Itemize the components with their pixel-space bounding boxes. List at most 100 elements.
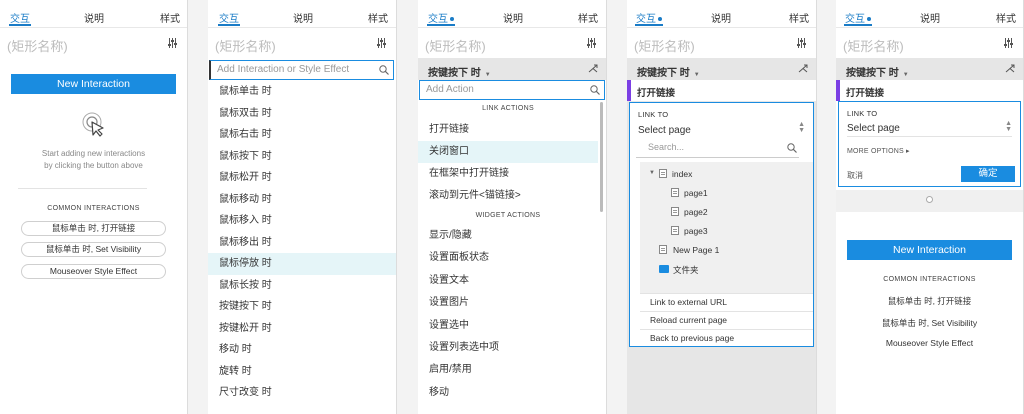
tab-notes[interactable]: 说明 <box>293 10 313 25</box>
page-tree <box>640 162 813 293</box>
link-back-page[interactable]: Back to previous page <box>640 329 813 347</box>
event-item[interactable]: 按键松开 时 <box>208 318 396 340</box>
more-options-link[interactable]: MORE OPTIONS ▸ <box>847 147 910 155</box>
tab-notes[interactable]: 说明 <box>84 10 104 25</box>
adjust-icon[interactable] <box>1004 38 1013 48</box>
event-label: 按键按下 时 <box>637 68 690 79</box>
page-icon <box>671 226 679 235</box>
event-item[interactable]: 鼠标按下 时 <box>208 146 396 168</box>
action-row[interactable]: 打开链接 <box>627 80 816 101</box>
adjust-icon[interactable] <box>168 38 177 48</box>
tab-interactions[interactable]: 交互 <box>427 10 455 26</box>
shape-name-field[interactable]: (矩形名称) <box>634 36 695 55</box>
tab-interactions[interactable]: 交互 <box>844 10 872 26</box>
link-reload-page[interactable]: Reload current page <box>640 311 813 329</box>
event-header[interactable]: 按键按下 时 ▼ <box>836 58 1023 80</box>
scrollbar[interactable] <box>600 102 603 212</box>
action-label: 打开链接 <box>846 88 885 99</box>
action-item[interactable]: 设置文本 <box>418 270 598 292</box>
shape-name-field[interactable]: (矩形名称) <box>425 36 486 55</box>
divider <box>18 188 147 189</box>
new-interaction-button[interactable]: New Interaction <box>11 74 176 94</box>
chevron-down-icon: ▼ <box>693 72 700 78</box>
action-row[interactable]: 打开链接 <box>836 80 1023 101</box>
new-interaction-button[interactable]: New Interaction <box>847 240 1012 260</box>
action-item[interactable]: 设置列表选中项 <box>418 337 598 359</box>
share-icon[interactable] <box>1005 64 1015 73</box>
action-item[interactable]: 设置面板状态 <box>418 247 598 269</box>
common-interaction-click-visibility[interactable]: 鼠标单击 时, Set Visibility <box>836 317 1023 329</box>
event-header[interactable]: 按键按下 时 ▼ <box>418 58 606 80</box>
event-item[interactable]: 按键按下 时 <box>208 296 396 318</box>
page-search-input[interactable]: Search... <box>636 138 799 158</box>
tree-item-page[interactable]: page2 <box>684 207 708 217</box>
action-search-input[interactable]: Add Action <box>419 80 605 100</box>
adjust-icon[interactable] <box>377 38 386 48</box>
event-item[interactable]: 旋转 时 <box>208 361 396 383</box>
event-item[interactable]: 鼠标松开 时 <box>208 167 396 189</box>
tree-item-new-page[interactable]: New Page 1 <box>673 245 719 255</box>
empty-hint-line1: Start adding new interactions <box>41 149 146 158</box>
action-item[interactable]: 滚动到元件<锚链接> <box>418 185 598 207</box>
search-icon <box>787 143 797 153</box>
adjust-icon[interactable] <box>797 38 806 48</box>
share-icon[interactable] <box>588 64 598 73</box>
common-interaction-click-link[interactable]: 鼠标单击 时, 打开链接 <box>836 295 1023 307</box>
select-arrows-icon: ▲ ▼ <box>1005 120 1012 133</box>
tree-item-page[interactable]: page1 <box>684 188 708 198</box>
page-select[interactable]: Select page <box>638 125 691 136</box>
action-item[interactable]: 移动 <box>418 382 598 404</box>
event-item[interactable]: 鼠标长按 时 <box>208 275 396 297</box>
action-item[interactable]: 设置选中 <box>418 315 598 337</box>
tab-notes[interactable]: 说明 <box>920 10 940 25</box>
common-interaction-mouseover-style[interactable]: Mouseover Style Effect <box>836 338 1023 348</box>
tree-expand-icon[interactable]: ▼ <box>649 170 655 176</box>
action-item[interactable]: 设置图片 <box>418 292 598 314</box>
confirm-button[interactable]: 确定 <box>961 166 1015 182</box>
event-header[interactable]: 按键按下 时 ▼ <box>627 58 816 80</box>
tab-style[interactable]: 样式 <box>368 10 388 25</box>
shape-name-field[interactable]: (矩形名称) <box>215 36 276 55</box>
event-item[interactable]: 尺寸改变 时 <box>208 382 396 404</box>
action-item-highlighted[interactable]: 关闭窗口 <box>418 141 598 163</box>
common-interaction-mouseover-style[interactable]: Mouseover Style Effect <box>21 264 166 279</box>
link-external-url[interactable]: Link to external URL <box>640 293 813 311</box>
action-item[interactable]: 在框架中打开链接 <box>418 163 598 185</box>
action-item[interactable]: 启用/禁用 <box>418 359 598 381</box>
cancel-button[interactable]: 取消 <box>847 170 863 181</box>
event-item-highlighted[interactable]: 鼠标停放 时 <box>208 253 396 275</box>
shape-name-field[interactable]: (矩形名称) <box>7 36 68 55</box>
common-interactions-title: COMMON INTERACTIONS <box>883 276 976 283</box>
tab-style[interactable]: 样式 <box>996 10 1016 25</box>
tab-interactions[interactable]: 交互 <box>635 10 663 26</box>
event-item[interactable]: 鼠标双击 时 <box>208 103 396 125</box>
common-interaction-click-link[interactable]: 鼠标单击 时, 打开链接 <box>21 221 166 236</box>
tree-item-folder[interactable]: 文件夹 <box>673 264 699 276</box>
tree-item-index[interactable]: index <box>672 169 692 179</box>
interaction-search-input[interactable]: Add Interaction or Style Effect <box>209 60 394 80</box>
event-item[interactable]: 鼠标单击 时 <box>208 81 396 103</box>
event-item[interactable]: 鼠标右击 时 <box>208 124 396 146</box>
event-item[interactable]: 鼠标移入 时 <box>208 210 396 232</box>
tab-style[interactable]: 样式 <box>160 10 180 25</box>
tree-item-page[interactable]: page3 <box>684 226 708 236</box>
tab-interactions[interactable]: 交互 <box>9 10 31 26</box>
event-item[interactable]: 移动 时 <box>208 339 396 361</box>
common-interaction-click-visibility[interactable]: 鼠标单击 时, Set Visibility <box>21 242 166 257</box>
event-item[interactable]: 鼠标移出 时 <box>208 232 396 254</box>
link-config-box: LINK TO Select page ▲ ▼ MORE OPTIONS ▸ 取消… <box>838 101 1021 187</box>
tab-interactions[interactable]: 交互 <box>218 10 240 26</box>
tab-notes[interactable]: 说明 <box>711 10 731 25</box>
action-item[interactable]: 显示/隐藏 <box>418 225 598 247</box>
share-icon[interactable] <box>798 64 808 73</box>
page-select[interactable]: Select page <box>847 123 900 134</box>
adjust-icon[interactable] <box>587 38 596 48</box>
tab-style[interactable]: 样式 <box>789 10 809 25</box>
common-interactions-title: COMMON INTERACTIONS <box>47 205 140 212</box>
tab-notes[interactable]: 说明 <box>503 10 523 25</box>
event-item[interactable]: 鼠标移动 时 <box>208 189 396 211</box>
add-action-dot-icon[interactable] <box>926 196 933 203</box>
action-item[interactable]: 打开链接 <box>418 119 598 141</box>
tab-style[interactable]: 样式 <box>578 10 598 25</box>
shape-name-field[interactable]: (矩形名称) <box>843 36 904 55</box>
